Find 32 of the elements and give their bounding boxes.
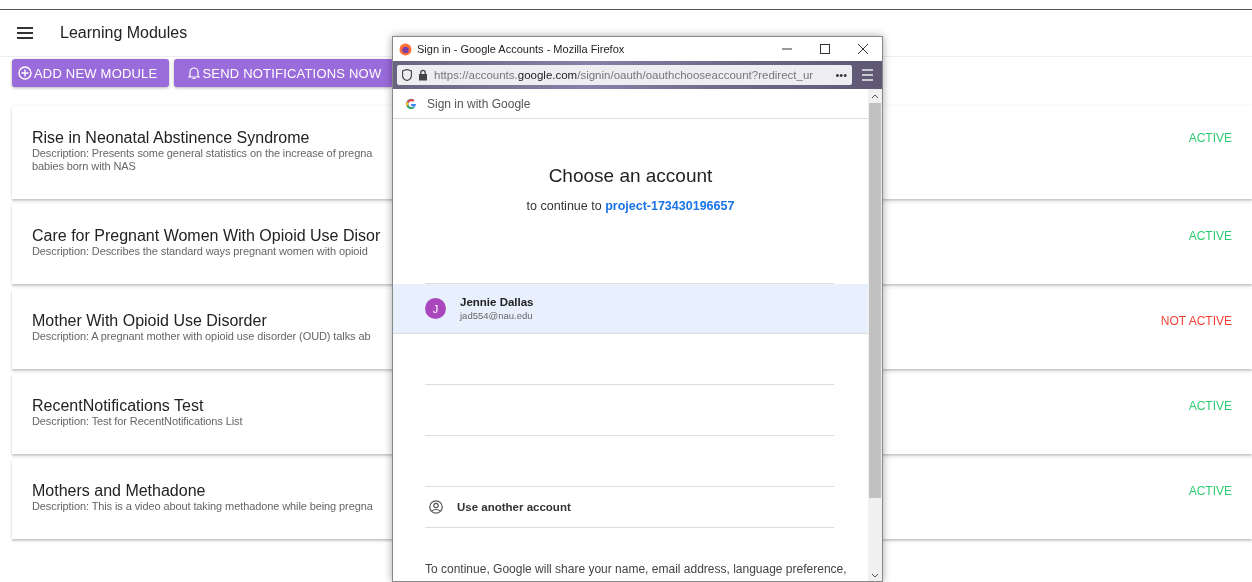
- module-title: RecentNotifications Test: [32, 397, 205, 415]
- module-title: Mother With Opioid Use Disorder: [32, 312, 268, 330]
- status-label: ACTIVE: [1188, 399, 1232, 415]
- module-description: Description: A pregnant mother with opioid use disorder (OUD) talks ab: [32, 330, 371, 343]
- account-name: Jennie Dallas: [460, 296, 534, 308]
- send-notifications-button[interactable]: SEND NOTIFICATIONS NOW: [174, 59, 394, 87]
- module-title: Rise in Neonatal Abstinence Syndrome: [32, 129, 311, 147]
- status-label: ACTIVE: [1188, 229, 1232, 245]
- dialog-heading: Choose an account: [547, 165, 714, 187]
- avatar: J: [425, 298, 446, 319]
- module-description: Description: This is a video about taking methadone while being pregna: [32, 500, 373, 513]
- add-module-button[interactable]: ADD NEW MODULE: [12, 59, 170, 87]
- module-description: Description: Test for RecentNotifications List: [32, 415, 243, 428]
- status-label: ACTIVE: [1188, 484, 1232, 500]
- page-title: Learning Modules: [60, 24, 188, 42]
- module-description: Description: Presents some general statistics on the increase of pregna babies born with NAS: [32, 147, 373, 173]
- status-label: ACTIVE: [1188, 131, 1232, 147]
- use-another-account-item[interactable]: Use another account: [425, 487, 834, 528]
- dialog-subheading: to continue to project-173430196657: [525, 199, 736, 213]
- project-link[interactable]: project-173430196657: [605, 199, 735, 213]
- account-item[interactable]: J Jennie Dallas jad554@nau.edu: [393, 284, 868, 334]
- page-actions-button[interactable]: •••: [835, 69, 847, 81]
- status-label: NOT ACTIVE: [1160, 314, 1232, 330]
- url-field[interactable]: https://accounts.google.com/signin/oauth/oauthchooseaccount?redirect_ur •••: [397, 65, 852, 85]
- consent-text: To continue, Google will share your name, email address, language preference,: [425, 562, 848, 576]
- module-title: Mothers and Methadone: [32, 482, 207, 500]
- module-title: Care for Pregnant Women With Opioid Use Disor: [32, 227, 381, 245]
- account-email: jad554@nau.edu: [460, 310, 534, 321]
- sign-in-header: Sign in with Google: [427, 96, 531, 111]
- url-text: https://accounts.google.com/signin/oauth/oauthchooseaccount?redirect_ur: [434, 69, 814, 81]
- window-title: Sign in - Google Accounts - Mozilla Firefox: [417, 43, 626, 55]
- module-description: Description: Describes the standard ways pregnant women with opioid: [32, 245, 369, 258]
